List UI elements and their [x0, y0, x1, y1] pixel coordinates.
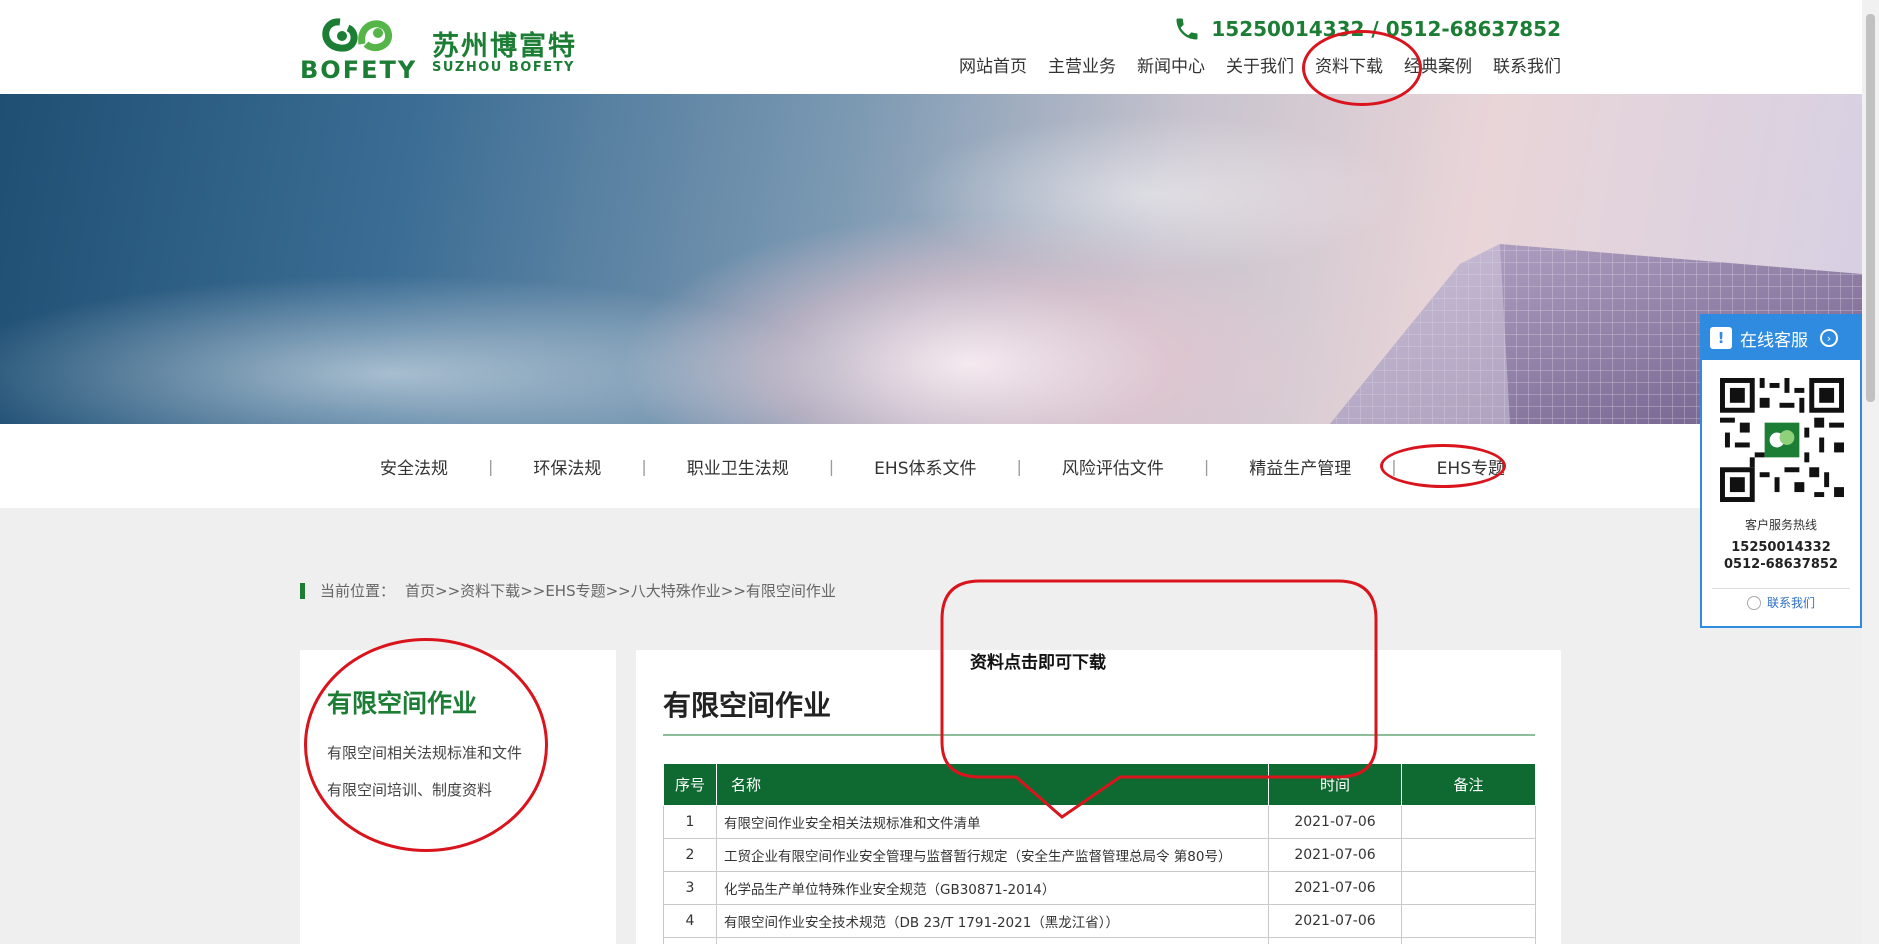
page-title: 有限空间作业	[663, 689, 832, 722]
category-safety-regulations[interactable]: 安全法规	[380, 454, 448, 479]
category-lean-production[interactable]: 精益生产管理	[1249, 454, 1351, 479]
chat-bubble-icon	[1746, 595, 1761, 610]
document-table: 序号 名称 时间 备注 1 有限空间作业安全相关法规标准和文件清单 2021-0…	[663, 763, 1536, 944]
scrollbar-thumb[interactable]	[1866, 14, 1875, 402]
category-environment-regulations[interactable]: 环保法规	[533, 454, 601, 479]
document-link[interactable]: 化学品生产单位特殊作业安全规范（GB30871-2014）	[724, 882, 1055, 898]
category-separator: |	[1391, 457, 1397, 476]
category-separator: |	[488, 457, 494, 476]
sidebar-title: 有限空间作业	[327, 689, 478, 718]
service-header[interactable]: ! 在线客服 ›	[1702, 316, 1860, 360]
phone-icon	[1176, 18, 1198, 40]
header-phone-text: 15250014332 / 0512-68637852	[1211, 17, 1561, 41]
header-phone: 15250014332 / 0512-68637852	[1173, 14, 1561, 44]
row-date: 2021-07-06	[1268, 871, 1402, 905]
nav-cases[interactable]: 经典案例	[1404, 52, 1472, 77]
table-row: 3 化学品生产单位特殊作业安全规范（GB30871-2014） 2021-07-…	[663, 871, 1536, 905]
service-contact-label: 联系我们	[1766, 596, 1815, 610]
document-link[interactable]: 有限空间作业安全技术规范（DB 23/T 1791-2021（黑龙江省））	[724, 915, 1119, 931]
category-separator: |	[641, 457, 647, 476]
row-date: 2021-07-06	[1268, 805, 1402, 839]
col-date: 时间	[1268, 763, 1402, 806]
row-index: 3	[663, 871, 717, 905]
category-list: 安全法规 | 环保法规 | 职业卫生法规 | EHS体系文件 | 风险评估文件 …	[380, 454, 1505, 479]
arrow-right-icon: ›	[1820, 329, 1838, 347]
category-separator: |	[1016, 457, 1022, 476]
sidebar-item-training[interactable]: 有限空间培训、制度资料	[327, 779, 492, 800]
row-note	[1401, 805, 1536, 839]
logo-english-name: SUZHOU BOFETY	[432, 60, 575, 75]
col-note: 备注	[1401, 763, 1536, 806]
svg-text:BOFETY: BOFETY	[300, 56, 417, 82]
row-note	[1401, 904, 1536, 938]
site-header: BOFETY 苏州博富特 SUZHOU BOFETY 15250014332 /…	[0, 0, 1879, 94]
nav-business[interactable]: 主营业务	[1048, 52, 1116, 77]
breadcrumb-separator: >>	[435, 581, 461, 600]
nav-downloads[interactable]: 资料下载	[1315, 52, 1383, 77]
nav-home[interactable]: 网站首页	[959, 52, 1027, 77]
breadcrumb-separator: >>	[520, 581, 546, 600]
category-occupational-health[interactable]: 职业卫生法规	[687, 454, 789, 479]
breadcrumb-current[interactable]: 有限空间作业	[746, 580, 836, 601]
breadcrumb-ehs[interactable]: EHS专题	[545, 580, 605, 601]
hotline-label: 客户服务热线	[1744, 518, 1817, 532]
category-ehs-topics[interactable]: EHS专题	[1437, 454, 1505, 479]
logo-chinese-name: 苏州博富特	[432, 31, 577, 62]
breadcrumb-marker	[300, 582, 305, 599]
category-risk-assessment[interactable]: 风险评估文件	[1062, 454, 1164, 479]
hotline-phone-2: 0512-68637852	[1724, 557, 1838, 572]
row-index: 2	[663, 838, 717, 872]
table-row	[663, 937, 1536, 944]
row-note	[1401, 871, 1536, 905]
online-service-widget: ! 在线客服 › 客户服务热线 15250014332 0512-6863785…	[1700, 314, 1862, 628]
nav-about[interactable]: 关于我们	[1226, 52, 1294, 77]
category-separator: |	[1203, 457, 1210, 476]
nav-news[interactable]: 新闻中心	[1137, 52, 1205, 77]
row-index: 4	[663, 904, 717, 938]
document-link[interactable]: 有限空间作业安全相关法规标准和文件清单	[724, 816, 981, 832]
row-index: 1	[663, 805, 717, 839]
hero-banner	[0, 94, 1862, 424]
page-scrollbar[interactable]	[1862, 0, 1879, 944]
document-link[interactable]: 工贸企业有限空间作业安全管理与监督暂行规定（安全生产监督管理总局令 第80号）	[724, 849, 1231, 865]
col-index: 序号	[663, 763, 717, 806]
category-bar: 安全法规 | 环保法规 | 职业卫生法规 | EHS体系文件 | 风险评估文件 …	[0, 424, 1862, 508]
breadcrumb-label: 当前位置：	[320, 582, 396, 600]
service-contact-link[interactable]: 联系我们	[1702, 594, 1860, 611]
annotation-text: 资料点击即可下载	[970, 653, 1106, 673]
row-date: 2021-07-06	[1268, 904, 1402, 938]
service-divider	[1712, 588, 1850, 589]
breadcrumb-separator: >>	[605, 581, 631, 600]
main-nav: 网站首页 主营业务 新闻中心 关于我们 资料下载 经典案例 联系我们	[959, 52, 1561, 77]
breadcrumb-special-work[interactable]: 八大特殊作业	[631, 580, 721, 601]
row-note	[1401, 838, 1536, 872]
qr-code	[1720, 378, 1844, 502]
table-row: 1 有限空间作业安全相关法规标准和文件清单 2021-07-06	[663, 805, 1536, 839]
bofety-logo-icon: BOFETY	[300, 18, 417, 82]
hotline-phone-1: 15250014332	[1731, 540, 1831, 555]
category-separator: |	[828, 457, 835, 476]
title-divider	[663, 734, 1535, 736]
sidebar: 有限空间作业 有限空间相关法规标准和文件 有限空间培训、制度资料	[300, 650, 616, 944]
table-header-row: 序号 名称 时间 备注	[663, 763, 1536, 806]
breadcrumb-downloads[interactable]: 资料下载	[460, 580, 520, 601]
table-row: 4 有限空间作业安全技术规范（DB 23/T 1791-2021（黑龙江省）） …	[663, 904, 1536, 938]
breadcrumb-home[interactable]: 首页	[405, 580, 435, 601]
category-ehs-system[interactable]: EHS体系文件	[874, 454, 976, 479]
chat-icon: !	[1710, 327, 1732, 349]
col-name: 名称	[716, 763, 1269, 806]
main-content: 有限空间作业 序号 名称 时间 备注 1 有限空间作业安全相关法规标准和文件清单…	[636, 650, 1561, 944]
breadcrumb: 当前位置： 首页 >> 资料下载 >> EHS专题 >> 八大特殊作业 >> 有…	[300, 580, 836, 601]
nav-contact[interactable]: 联系我们	[1493, 52, 1561, 77]
table-row: 2 工贸企业有限空间作业安全管理与监督暂行规定（安全生产监督管理总局令 第80号…	[663, 838, 1536, 872]
breadcrumb-separator: >>	[720, 581, 746, 600]
site-logo[interactable]: BOFETY 苏州博富特 SUZHOU BOFETY	[300, 14, 575, 84]
row-date: 2021-07-06	[1268, 838, 1402, 872]
sidebar-item-regulations[interactable]: 有限空间相关法规标准和文件	[327, 742, 522, 763]
service-title: 在线客服	[1740, 330, 1808, 351]
